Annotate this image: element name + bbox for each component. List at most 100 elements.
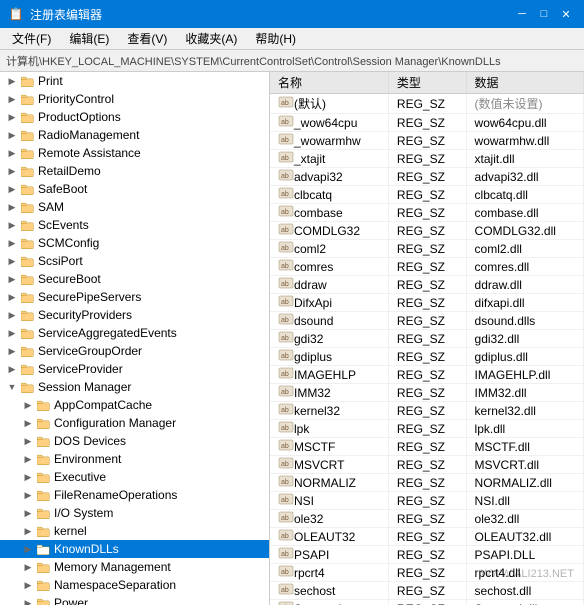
tree-item[interactable]: ▶ ProductOptions xyxy=(0,108,269,126)
table-row[interactable]: ab ole32REG_SZole32.dll xyxy=(270,510,584,528)
tree-item[interactable]: ▶ Memory Management xyxy=(0,558,269,576)
table-row[interactable]: ab COMDLG32REG_SZCOMDLG32.dll xyxy=(270,222,584,240)
table-row[interactable]: ab comresREG_SZcomres.dll xyxy=(270,258,584,276)
tree-item[interactable]: ▶ ServiceAggregatedEvents xyxy=(0,324,269,342)
tree-item[interactable]: ▶ SafeBoot xyxy=(0,180,269,198)
table-row[interactable]: ab sechostREG_SZsechost.dll xyxy=(270,582,584,600)
tree-item[interactable]: ▶ FileRenameOperations xyxy=(0,486,269,504)
tree-expand-icon[interactable]: ▶ xyxy=(4,310,20,321)
tree-expand-icon[interactable]: ▶ xyxy=(20,544,36,555)
tree-item[interactable]: ▶ PriorityControl xyxy=(0,90,269,108)
tree-expand-icon[interactable]: ▶ xyxy=(20,526,36,537)
tree-item[interactable]: ▶ ServiceGroupOrder xyxy=(0,342,269,360)
tree-panel[interactable]: ▶ Print▶ PriorityControl▶ ProductOptions… xyxy=(0,72,270,605)
table-row[interactable]: ab IMAGEHLPREG_SZIMAGEHLP.dll xyxy=(270,366,584,384)
tree-item[interactable]: ▶ Environment xyxy=(0,450,269,468)
menu-item[interactable]: 查看(V) xyxy=(119,28,175,49)
tree-expand-icon[interactable]: ▼ xyxy=(4,382,20,392)
tree-expand-icon[interactable]: ▶ xyxy=(20,400,36,411)
table-row[interactable]: ab IMM32REG_SZIMM32.dll xyxy=(270,384,584,402)
table-row[interactable]: ab OLEAUT32REG_SZOLEAUT32.dll xyxy=(270,528,584,546)
table-row[interactable]: ab clbcatqREG_SZclbcatq.dll xyxy=(270,186,584,204)
tree-expand-icon[interactable]: ▶ xyxy=(4,76,20,87)
table-row[interactable]: ab _wowarmhwREG_SZwowarmhw.dll xyxy=(270,132,584,150)
tree-item[interactable]: ▶ NamespaceSeparation xyxy=(0,576,269,594)
tree-item[interactable]: ▶ kernel xyxy=(0,522,269,540)
table-row[interactable]: ab NORMALIZREG_SZNORMALIZ.dll xyxy=(270,474,584,492)
table-row[interactable]: ab SetupapiREG_SZSetupapi.dll xyxy=(270,600,584,605)
table-row[interactable]: ab DifxApiREG_SZdifxapi.dll xyxy=(270,294,584,312)
table-row[interactable]: ab ddrawREG_SZddraw.dll xyxy=(270,276,584,294)
tree-expand-icon[interactable]: ▶ xyxy=(4,256,20,267)
close-button[interactable]: ✕ xyxy=(556,5,576,23)
col-data[interactable]: 数据 xyxy=(466,72,583,94)
tree-expand-icon[interactable]: ▶ xyxy=(4,220,20,231)
table-row[interactable]: ab dsoundREG_SZdsound.dlls xyxy=(270,312,584,330)
tree-expand-icon[interactable]: ▶ xyxy=(4,94,20,105)
table-row[interactable]: ab (默认)REG_SZ(数值未设置) xyxy=(270,94,584,114)
tree-expand-icon[interactable]: ▶ xyxy=(20,580,36,591)
tree-expand-icon[interactable]: ▶ xyxy=(4,148,20,159)
table-row[interactable]: ab NSIREG_SZNSI.dll xyxy=(270,492,584,510)
tree-item[interactable]: ▼ Session Manager xyxy=(0,378,269,396)
tree-item[interactable]: ▶ AppCompatCache xyxy=(0,396,269,414)
tree-item[interactable]: ▶ ScEvents xyxy=(0,216,269,234)
col-name[interactable]: 名称 xyxy=(270,72,388,94)
tree-expand-icon[interactable]: ▶ xyxy=(4,184,20,195)
menu-item[interactable]: 文件(F) xyxy=(4,28,59,49)
tree-expand-icon[interactable]: ▶ xyxy=(20,598,36,605)
tree-expand-icon[interactable]: ▶ xyxy=(4,238,20,249)
tree-expand-icon[interactable]: ▶ xyxy=(4,130,20,141)
tree-item[interactable]: ▶ SecurePipeServers xyxy=(0,288,269,306)
tree-expand-icon[interactable]: ▶ xyxy=(4,328,20,339)
tree-item[interactable]: ▶ SAM xyxy=(0,198,269,216)
tree-expand-icon[interactable]: ▶ xyxy=(4,202,20,213)
tree-item[interactable]: ▶ KnownDLLs xyxy=(0,540,269,558)
tree-expand-icon[interactable]: ▶ xyxy=(20,562,36,573)
table-row[interactable]: ab MSVCRTREG_SZMSVCRT.dll xyxy=(270,456,584,474)
tree-expand-icon[interactable]: ▶ xyxy=(20,418,36,429)
tree-item[interactable]: ▶ DOS Devices xyxy=(0,432,269,450)
tree-expand-icon[interactable]: ▶ xyxy=(20,508,36,519)
minimize-button[interactable]: ─ xyxy=(512,5,532,23)
table-row[interactable]: ab PSAPIREG_SZPSAPI.DLL xyxy=(270,546,584,564)
menu-item[interactable]: 编辑(E) xyxy=(61,28,117,49)
table-row[interactable]: ab gdi32REG_SZgdi32.dll xyxy=(270,330,584,348)
tree-expand-icon[interactable]: ▶ xyxy=(4,364,20,375)
maximize-button[interactable]: □ xyxy=(534,5,554,23)
tree-item[interactable]: ▶ SecureBoot xyxy=(0,270,269,288)
tree-item[interactable]: ▶ Print xyxy=(0,72,269,90)
table-row[interactable]: ab _xtajitREG_SZxtajit.dll xyxy=(270,150,584,168)
tree-expand-icon[interactable]: ▶ xyxy=(20,454,36,465)
table-row[interactable]: ab combaseREG_SZcombase.dll xyxy=(270,204,584,222)
tree-item[interactable]: ▶ I/O System xyxy=(0,504,269,522)
table-row[interactable]: ab rpcrt4REG_SZrpcrt4.dll xyxy=(270,564,584,582)
tree-item[interactable]: ▶ RadioManagement xyxy=(0,126,269,144)
tree-item[interactable]: ▶ Configuration Manager xyxy=(0,414,269,432)
tree-item[interactable]: ▶ SCMConfig xyxy=(0,234,269,252)
tree-item[interactable]: ▶ ScsiPort xyxy=(0,252,269,270)
menu-item[interactable]: 帮助(H) xyxy=(247,28,304,49)
menu-item[interactable]: 收藏夹(A) xyxy=(177,28,245,49)
tree-item[interactable]: ▶ Executive xyxy=(0,468,269,486)
tree-item[interactable]: ▶ Power xyxy=(0,594,269,605)
tree-item[interactable]: ▶ Remote Assistance xyxy=(0,144,269,162)
col-type[interactable]: 类型 xyxy=(388,72,466,94)
tree-expand-icon[interactable]: ▶ xyxy=(4,346,20,357)
table-row[interactable]: ab coml2REG_SZcoml2.dll xyxy=(270,240,584,258)
table-row[interactable]: ab advapi32REG_SZadvapi32.dll xyxy=(270,168,584,186)
table-row[interactable]: ab lpkREG_SZlpk.dll xyxy=(270,420,584,438)
tree-item[interactable]: ▶ ServiceProvider xyxy=(0,360,269,378)
tree-expand-icon[interactable]: ▶ xyxy=(4,166,20,177)
table-row[interactable]: ab gdiplusREG_SZgdiplus.dll xyxy=(270,348,584,366)
tree-item[interactable]: ▶ SecurityProviders xyxy=(0,306,269,324)
table-row[interactable]: ab kernel32REG_SZkernel32.dll xyxy=(270,402,584,420)
tree-expand-icon[interactable]: ▶ xyxy=(4,292,20,303)
tree-item[interactable]: ▶ RetailDemo xyxy=(0,162,269,180)
tree-expand-icon[interactable]: ▶ xyxy=(20,490,36,501)
tree-expand-icon[interactable]: ▶ xyxy=(4,274,20,285)
tree-expand-icon[interactable]: ▶ xyxy=(4,112,20,123)
tree-expand-icon[interactable]: ▶ xyxy=(20,472,36,483)
tree-expand-icon[interactable]: ▶ xyxy=(20,436,36,447)
table-row[interactable]: ab _wow64cpuREG_SZwow64cpu.dll xyxy=(270,114,584,132)
